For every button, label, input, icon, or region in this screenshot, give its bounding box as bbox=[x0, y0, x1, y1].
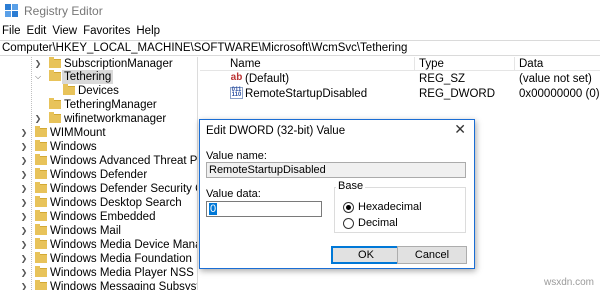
close-icon[interactable]: ✕ bbox=[454, 121, 466, 138]
value-data-text: 0 bbox=[209, 203, 218, 215]
menu-bar: File Edit View Favorites Help bbox=[0, 23, 163, 39]
tree-guide-line bbox=[31, 57, 32, 290]
chevron-right-icon[interactable]: ❯ bbox=[34, 112, 42, 126]
tree-item-label: Tethering bbox=[62, 70, 114, 84]
title-bar: Registry Editor bbox=[0, 0, 600, 22]
column-divider[interactable] bbox=[414, 57, 415, 71]
folder-icon bbox=[49, 57, 61, 68]
chevron-down-icon[interactable]: ⌵ bbox=[34, 70, 42, 84]
chevron-right-icon[interactable]: ❯ bbox=[20, 266, 28, 280]
base-label: Base bbox=[336, 180, 366, 192]
tree-item-label: WIMMount bbox=[50, 127, 106, 139]
hexadecimal-label[interactable]: Hexadecimal bbox=[358, 201, 422, 213]
folder-icon bbox=[35, 224, 47, 235]
value-data-label: Value data: bbox=[206, 188, 261, 200]
dialog-title: Edit DWORD (32-bit) Value bbox=[206, 125, 346, 137]
chevron-right-icon[interactable]: ❯ bbox=[20, 196, 28, 210]
value-type: REG_DWORD bbox=[419, 88, 496, 100]
folder-open-icon bbox=[49, 70, 61, 81]
folder-icon bbox=[35, 168, 47, 179]
menu-file[interactable]: File bbox=[0, 23, 24, 39]
menu-edit[interactable]: Edit bbox=[24, 23, 50, 39]
tree-item-label: Windows Media Foundation bbox=[50, 253, 192, 265]
ok-button[interactable]: OK bbox=[331, 246, 401, 264]
tree-item-label: Windows Media Device Manager bbox=[50, 239, 197, 251]
chevron-right-icon[interactable]: ❯ bbox=[20, 140, 28, 154]
folder-icon bbox=[35, 182, 47, 193]
folder-icon bbox=[35, 126, 47, 137]
chevron-right-icon[interactable]: ❯ bbox=[20, 154, 28, 168]
menu-view[interactable]: View bbox=[49, 23, 80, 39]
cancel-button[interactable]: Cancel bbox=[397, 246, 467, 264]
menu-help[interactable]: Help bbox=[133, 23, 163, 39]
dword-value-icon: 011 110 bbox=[230, 87, 243, 99]
chevron-right-icon[interactable]: ❯ bbox=[20, 224, 28, 238]
tree-item-label: wifinetworkmanager bbox=[64, 113, 167, 125]
string-value-icon: ab bbox=[230, 72, 243, 83]
value-type: REG_SZ bbox=[419, 73, 466, 85]
tree-item-label: TetheringManager bbox=[64, 99, 157, 111]
value-data-input[interactable]: 0 bbox=[206, 201, 322, 217]
value-row[interactable]: 011 110 RemoteStartupDisabled REG_DWORD 0… bbox=[200, 87, 600, 102]
column-header-type[interactable]: Type bbox=[419, 57, 444, 71]
registry-editor-icon bbox=[5, 4, 18, 17]
folder-icon bbox=[49, 98, 61, 109]
value-name-field: RemoteStartupDisabled bbox=[206, 162, 466, 178]
tree-item-label: Windows bbox=[50, 141, 97, 153]
tree-item-label: Windows Mail bbox=[50, 225, 121, 237]
window-title: Registry Editor bbox=[24, 4, 103, 18]
folder-icon bbox=[35, 238, 47, 249]
watermark: wsxdn.com bbox=[543, 277, 594, 288]
folder-icon bbox=[35, 280, 47, 290]
value-name: RemoteStartupDisabled bbox=[245, 88, 368, 100]
value-row[interactable]: ab (Default) REG_SZ (value not set) bbox=[200, 72, 600, 87]
folder-icon bbox=[35, 252, 47, 263]
chevron-right-icon[interactable]: ❯ bbox=[20, 126, 28, 140]
folder-icon bbox=[35, 154, 47, 165]
decimal-label[interactable]: Decimal bbox=[358, 217, 398, 229]
tree-item-label: Windows Advanced Threat Protec bbox=[50, 155, 198, 167]
decimal-radio[interactable] bbox=[343, 218, 354, 229]
folder-icon bbox=[49, 112, 61, 123]
column-header-name[interactable]: Name bbox=[230, 57, 261, 71]
folder-icon bbox=[63, 84, 75, 95]
tree-item-label: Windows Desktop Search bbox=[50, 197, 182, 209]
key-tree[interactable]: ❯ SubscriptionManager ⌵ Tethering Device… bbox=[0, 57, 198, 290]
chevron-right-icon[interactable]: ❯ bbox=[20, 182, 28, 196]
column-divider[interactable] bbox=[514, 57, 515, 71]
chevron-right-icon[interactable]: ❯ bbox=[20, 252, 28, 266]
tree-item-label: Devices bbox=[78, 85, 119, 97]
chevron-right-icon[interactable]: ❯ bbox=[20, 238, 28, 252]
chevron-right-icon[interactable]: ❯ bbox=[34, 57, 42, 71]
folder-icon bbox=[35, 196, 47, 207]
column-header-data[interactable]: Data bbox=[519, 57, 543, 71]
value-name: (Default) bbox=[245, 73, 290, 85]
tree-item-label: Windows Media Player NSS bbox=[50, 267, 194, 279]
folder-icon bbox=[35, 140, 47, 151]
value-name-label: Value name: bbox=[206, 150, 267, 162]
edit-dword-dialog: Edit DWORD (32-bit) Value ✕ Value name: … bbox=[199, 119, 475, 269]
address-bar[interactable]: Computer\HKEY_LOCAL_MACHINE\SOFTWARE\Mic… bbox=[0, 40, 600, 56]
chevron-right-icon[interactable]: ❯ bbox=[20, 168, 28, 182]
folder-icon bbox=[35, 210, 47, 221]
tree-item-label: Windows Defender Security Cente bbox=[50, 183, 197, 195]
hexadecimal-radio[interactable] bbox=[343, 202, 354, 213]
tree-item-label: Windows Embedded bbox=[50, 211, 156, 223]
menu-favorites[interactable]: Favorites bbox=[80, 23, 133, 39]
tree-item-label: Windows Messaging Subsystem bbox=[50, 281, 197, 290]
value-data: 0x00000000 (0) bbox=[519, 88, 600, 100]
tree-item-label: Windows Defender bbox=[50, 169, 148, 181]
tree-item-label: SubscriptionManager bbox=[64, 58, 173, 70]
folder-icon bbox=[35, 266, 47, 277]
value-data: (value not set) bbox=[519, 73, 592, 85]
chevron-right-icon[interactable]: ❯ bbox=[20, 210, 28, 224]
list-header: Name Type Data bbox=[200, 57, 600, 71]
chevron-right-icon[interactable]: ❯ bbox=[20, 280, 28, 290]
